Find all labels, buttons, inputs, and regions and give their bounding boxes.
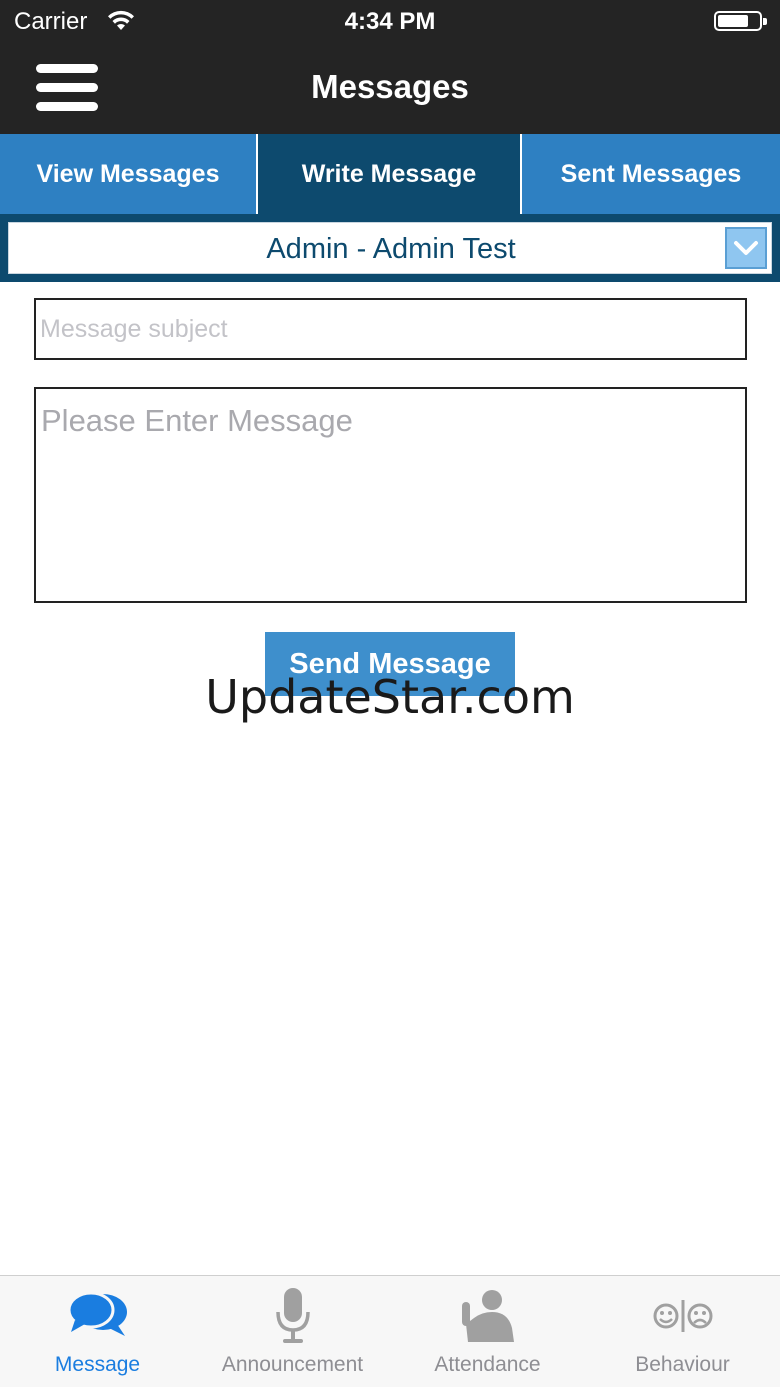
microphone-icon (195, 1284, 390, 1348)
message-subject-input[interactable] (34, 298, 747, 360)
tab-write-message[interactable]: Write Message (256, 134, 522, 214)
recipient-bar: Admin - Admin Test (0, 214, 780, 282)
smiley-frowny-icon (585, 1284, 780, 1348)
bottom-tab-label: Attendance (434, 1353, 541, 1376)
app-screen: Carrier 4:34 PM Messages View Messages W… (0, 0, 780, 1387)
message-body-input[interactable] (34, 387, 747, 603)
battery-icon (714, 11, 767, 31)
bottom-tab-bar: Message Announcement Attendance Behaviou… (0, 1275, 780, 1387)
bottom-tab-label: Message (54, 1353, 141, 1376)
page-title: Messages (311, 68, 469, 105)
chat-bubbles-icon (0, 1284, 195, 1348)
bottom-tab-behaviour[interactable]: Behaviour (585, 1276, 780, 1387)
bottom-tab-announcement[interactable]: Announcement (195, 1276, 390, 1387)
bottom-tab-attendance[interactable]: Attendance (390, 1276, 585, 1387)
recipient-dropdown[interactable]: Admin - Admin Test (8, 222, 772, 274)
send-message-button[interactable]: Send Message (265, 632, 515, 696)
person-raising-hand-icon (390, 1284, 585, 1348)
recipient-selected-value: Admin - Admin Test (266, 233, 516, 265)
bottom-tab-message[interactable]: Message (0, 1276, 195, 1387)
chevron-down-icon[interactable] (725, 227, 767, 269)
tab-sent-messages[interactable]: Sent Messages (522, 134, 780, 214)
bottom-tab-label: Announcement (221, 1353, 364, 1376)
message-tabs: View Messages Write Message Sent Message… (0, 134, 780, 214)
bottom-tab-label: Behaviour (635, 1353, 730, 1376)
status-bar: Carrier 4:34 PM (0, 0, 780, 42)
tab-view-messages[interactable]: View Messages (0, 134, 256, 214)
clock-time: 4:34 PM (344, 8, 436, 35)
navigation-bar: Messages (0, 42, 780, 134)
